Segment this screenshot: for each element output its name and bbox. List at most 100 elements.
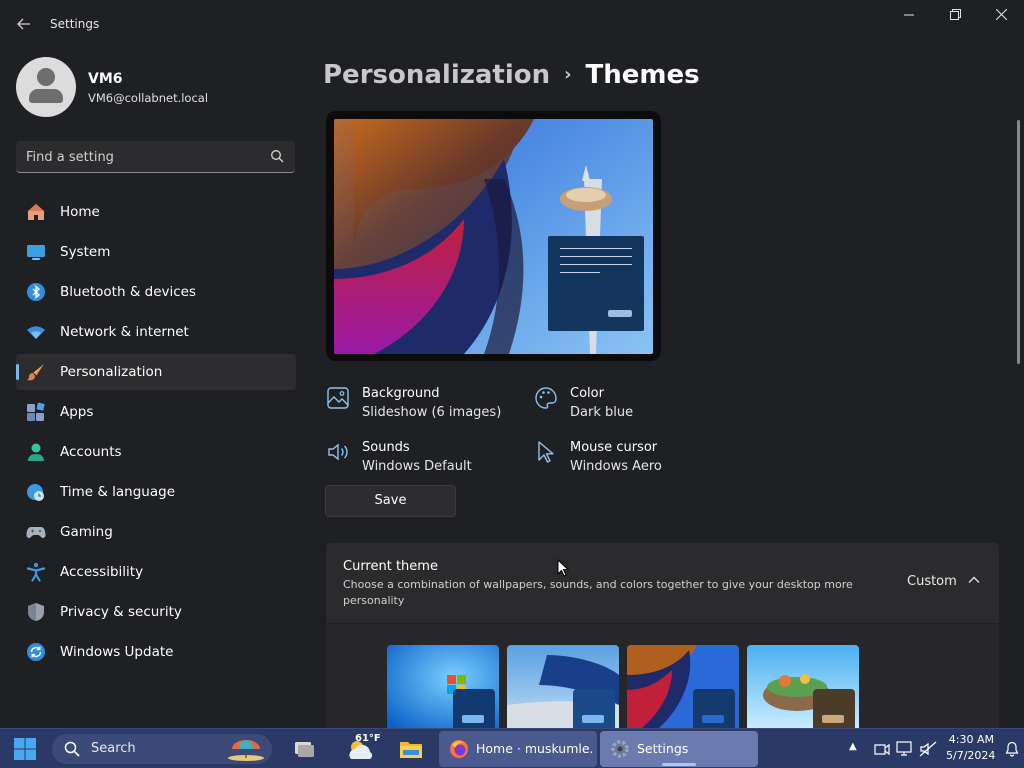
search-icon — [64, 741, 80, 757]
sidebar-item-system[interactable]: System — [16, 234, 296, 270]
network-display-icon[interactable] — [896, 740, 914, 758]
current-theme-description: Choose a combination of wallpapers, soun… — [343, 578, 853, 607]
sidebar-item-home[interactable]: Home — [16, 194, 296, 230]
theme-thumbnail-windows-7[interactable] — [387, 645, 499, 728]
theme-mini-button — [702, 715, 724, 723]
theme-thumbnail-abstract-building[interactable] — [627, 645, 739, 728]
mockup-line — [560, 256, 632, 257]
back-button[interactable] — [10, 12, 38, 36]
sounds-value: Windows Default — [362, 459, 472, 474]
sidebar-item-label: Accounts — [60, 444, 122, 460]
theme-mini-window — [453, 689, 495, 728]
meet-now-icon[interactable] — [873, 740, 891, 758]
color-setting[interactable]: Color Dark blue — [534, 386, 674, 426]
theme-mini-window — [693, 689, 735, 728]
user-name: VM6 — [88, 71, 123, 87]
sidebar-item-label: Windows Update — [60, 644, 174, 660]
taskbar-search[interactable]: Search — [52, 734, 272, 764]
accessibility-icon — [26, 562, 46, 582]
taskbar-app-settings[interactable]: Settings — [600, 731, 758, 767]
breadcrumb-separator: › — [564, 64, 572, 85]
minimize-icon — [904, 14, 914, 16]
task-view-icon[interactable] — [292, 737, 316, 761]
file-explorer-icon[interactable] — [399, 737, 423, 761]
sidebar-item-label: Accessibility — [60, 564, 144, 580]
beach-umbrella-icon — [228, 740, 264, 761]
bluetooth-icon — [27, 283, 45, 301]
current-theme-card[interactable]: Current theme Choose a combination of wa… — [326, 543, 999, 623]
sidebar-item-label: System — [60, 244, 111, 260]
active-indicator — [16, 364, 19, 380]
theme-thumbnail-floating-island[interactable] — [747, 645, 859, 728]
sidebar-item-label: Bluetooth & devices — [60, 284, 197, 300]
sound-muted-icon[interactable] — [919, 740, 937, 758]
background-setting[interactable]: Background Slideshow (6 images) — [326, 386, 516, 426]
current-theme-value: Custom — [907, 574, 957, 589]
theme-mini-button — [462, 715, 484, 723]
avatar-head-shape — [37, 68, 55, 86]
avatar[interactable] — [16, 57, 76, 117]
sidebar-item-accounts[interactable]: Accounts — [16, 434, 296, 470]
theme-preview — [334, 119, 653, 354]
palette-icon — [535, 387, 557, 409]
sidebar-item-privacy-security[interactable]: Privacy & security — [16, 594, 296, 630]
clock-date[interactable]: 5/7/2024 — [946, 749, 995, 762]
gamepad-icon — [26, 527, 46, 538]
save-button[interactable]: Save — [325, 485, 456, 517]
sidebar-item-apps[interactable]: Apps — [16, 394, 296, 430]
restore-button[interactable] — [932, 4, 978, 30]
sidebar-item-label: Privacy & security — [60, 604, 182, 620]
sounds-title: Sounds — [362, 440, 410, 455]
globe-clock-icon — [27, 484, 44, 501]
sidebar-item-windows-update[interactable]: Windows Update — [16, 634, 296, 670]
mouse-cursor-setting[interactable]: Mouse cursor Windows Aero — [534, 440, 674, 480]
mockup-line — [560, 272, 600, 273]
settings-window: Settings VM6 VM6@collabnet.local Home Sy — [0, 0, 1024, 728]
search-input[interactable] — [26, 148, 256, 166]
sidebar-item-label: Time & language — [60, 484, 176, 500]
taskbar-app-firefox[interactable]: Home · muskumle... — [439, 731, 597, 767]
sidebar-item-network[interactable]: Network & internet — [16, 314, 296, 350]
clock-time[interactable]: 4:30 AM — [946, 733, 994, 746]
search-box[interactable] — [16, 141, 295, 173]
scrollbar[interactable] — [1017, 120, 1020, 364]
wifi-icon — [27, 326, 45, 339]
sounds-setting[interactable]: Sounds Windows Default — [326, 440, 516, 480]
background-title: Background — [362, 386, 440, 401]
weather-temperature: 61°F — [355, 733, 381, 744]
theme-mini-button — [822, 715, 844, 723]
chevron-up-icon[interactable]: ▲ — [849, 741, 857, 752]
notification-bell-icon[interactable] — [1004, 741, 1020, 757]
theme-mini-window — [813, 689, 855, 728]
breadcrumb: Personalization › Themes — [323, 60, 700, 90]
breadcrumb-parent[interactable]: Personalization — [323, 60, 550, 90]
sidebar-item-accessibility[interactable]: Accessibility — [16, 554, 296, 590]
image-icon — [327, 387, 349, 409]
theme-mini-window — [573, 689, 615, 728]
arrow-left-icon — [17, 18, 30, 30]
theme-thumbnail-airplane[interactable] — [507, 645, 619, 728]
settings-gear-icon — [611, 740, 629, 758]
title-bar: Settings — [0, 0, 1024, 48]
background-value: Slideshow (6 images) — [362, 405, 502, 420]
sidebar-item-label: Apps — [60, 404, 94, 420]
update-icon — [27, 643, 45, 661]
page-title: Themes — [585, 60, 700, 90]
mouse-cursor-value: Windows Aero — [570, 459, 662, 474]
sidebar-item-personalization[interactable]: Personalization — [16, 354, 296, 390]
paintbrush-icon — [27, 364, 44, 381]
close-button[interactable] — [978, 4, 1024, 30]
windows-start-icon[interactable] — [14, 738, 36, 760]
shield-icon — [28, 603, 44, 621]
chevron-up-icon[interactable] — [967, 573, 981, 587]
app-title: Settings — [50, 17, 100, 31]
firefox-icon — [450, 740, 468, 758]
preview-window-mockup — [548, 236, 644, 331]
minimize-button[interactable] — [886, 4, 932, 30]
sidebar-item-label: Network & internet — [60, 324, 189, 340]
sidebar-item-bluetooth[interactable]: Bluetooth & devices — [16, 274, 296, 310]
search-icon[interactable] — [270, 149, 284, 163]
mouse-cursor-title: Mouse cursor — [570, 440, 658, 455]
sidebar-item-gaming[interactable]: Gaming — [16, 514, 296, 550]
sidebar-item-time-language[interactable]: Time & language — [16, 474, 296, 510]
